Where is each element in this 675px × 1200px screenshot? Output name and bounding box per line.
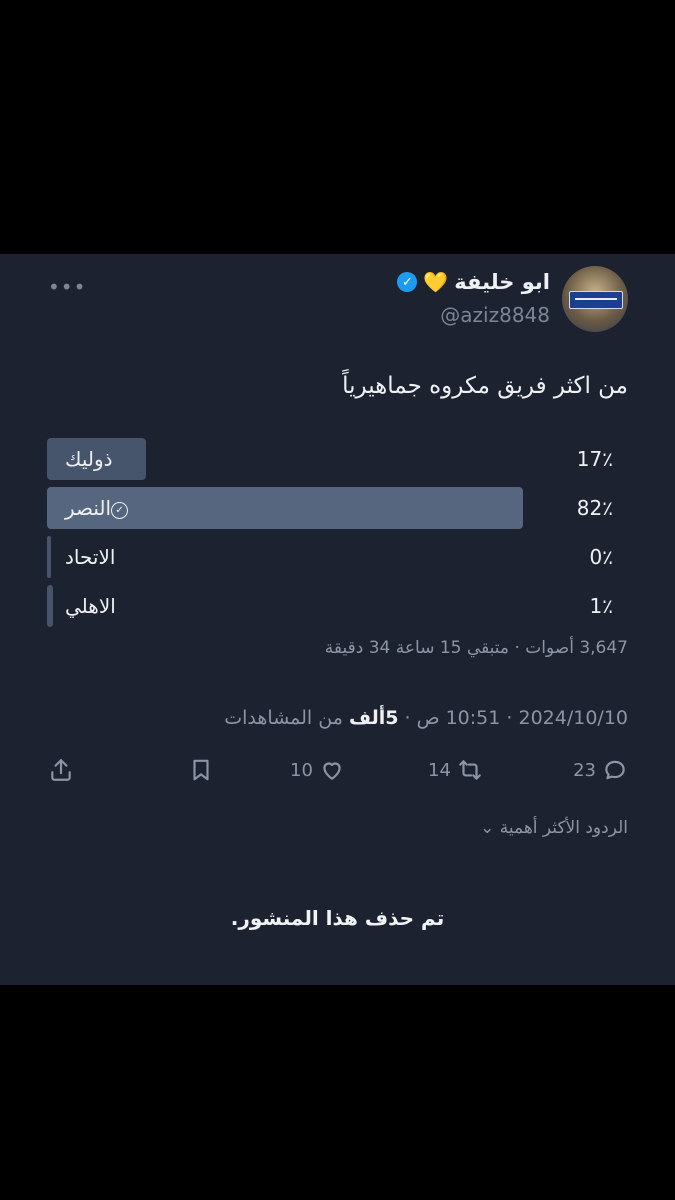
reply-action[interactable]: 23 xyxy=(573,757,628,783)
poll-option-percent: 82٪ xyxy=(576,496,613,520)
avatar[interactable] xyxy=(562,266,628,332)
chevron-down-icon: ⌄ xyxy=(480,818,495,838)
avatar-plate-graphic xyxy=(569,291,623,309)
author-row: ابو خليفة 💛 ✓ xyxy=(397,270,550,294)
post-datetime: 2024/10/10 · 10:51 ص · xyxy=(398,707,628,729)
poll-option-label: النصر xyxy=(65,496,112,520)
poll-bar xyxy=(47,536,51,578)
poll-option: ✓النصر 82٪ xyxy=(47,487,627,529)
bookmark-button[interactable] xyxy=(188,757,214,787)
bookmark-icon xyxy=(193,759,209,781)
author-name[interactable]: ابو خليفة xyxy=(454,270,550,294)
reply-icon xyxy=(605,760,625,780)
poll-option-label: الاتحاد xyxy=(65,545,116,569)
poll-option-label: ذوليك xyxy=(65,447,113,471)
poll-meta: 3,647 أصوات · متبقي 15 ساعة 34 دقيقة xyxy=(324,638,628,658)
poll-option: ذوليك 17٪ xyxy=(47,438,627,480)
poll-option: الاهلي 1٪ xyxy=(47,585,627,627)
share-icon xyxy=(51,759,71,781)
poll-option-percent: 1٪ xyxy=(589,594,613,618)
verified-badge-icon: ✓ xyxy=(397,272,418,292)
poll-option-percent: 0٪ xyxy=(589,545,613,569)
views-count: 5ألف xyxy=(348,707,399,729)
reply-count: 23 xyxy=(573,759,596,781)
post-text: من اكثر فريق مكروه جماهيرياً xyxy=(342,373,628,399)
poll-bar xyxy=(47,585,53,627)
like-action[interactable]: 10 xyxy=(290,757,345,783)
poll-option-label: الاهلي xyxy=(65,594,116,618)
replies-sort-label: الردود الأكثر أهمية xyxy=(499,818,628,838)
more-options-icon[interactable]: ••• xyxy=(48,275,86,299)
share-button[interactable] xyxy=(48,757,74,787)
author-handle[interactable]: @aziz8848 xyxy=(440,303,550,327)
repost-action[interactable]: 14 xyxy=(428,757,483,783)
replies-sort-dropdown[interactable]: الردود الأكثر أهمية ⌄ xyxy=(480,818,628,838)
repost-count: 14 xyxy=(428,759,451,781)
like-count: 10 xyxy=(290,759,313,781)
poll-option-label-wrap: ✓النصر xyxy=(65,487,134,529)
repost-icon xyxy=(459,760,481,780)
deleted-post-notice: تم حذف هذا المنشور. xyxy=(230,906,445,930)
poll-option: الاتحاد 0٪ xyxy=(47,536,627,578)
check-circle-icon: ✓ xyxy=(111,502,129,519)
heart-icon xyxy=(323,762,341,780)
post-timestamp[interactable]: 2024/10/10 · 10:51 ص · 5ألف من المشاهدات xyxy=(224,707,628,729)
views-suffix: من المشاهدات xyxy=(224,707,349,729)
yellow-heart-icon: 💛 xyxy=(423,270,449,294)
poll-option-percent: 17٪ xyxy=(576,447,613,471)
